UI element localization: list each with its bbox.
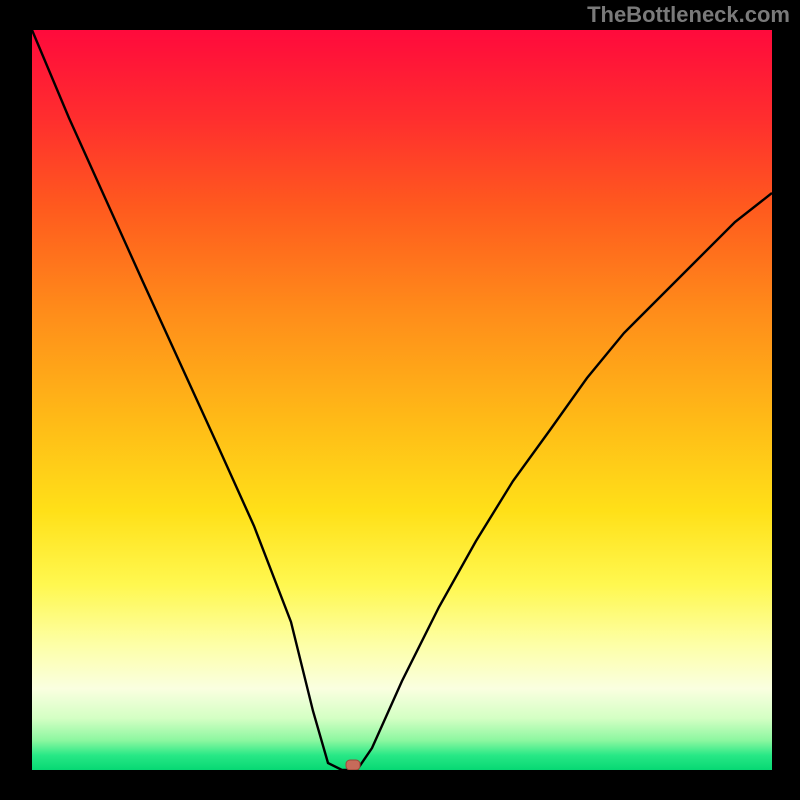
chart-frame: TheBottleneck.com	[0, 0, 800, 800]
x-axis-line	[32, 770, 772, 772]
curve-svg	[32, 30, 772, 770]
watermark-text: TheBottleneck.com	[587, 2, 790, 28]
optimal-point-marker	[346, 760, 360, 770]
plot-gradient-area	[32, 30, 772, 770]
bottleneck-curve-path	[32, 30, 772, 770]
